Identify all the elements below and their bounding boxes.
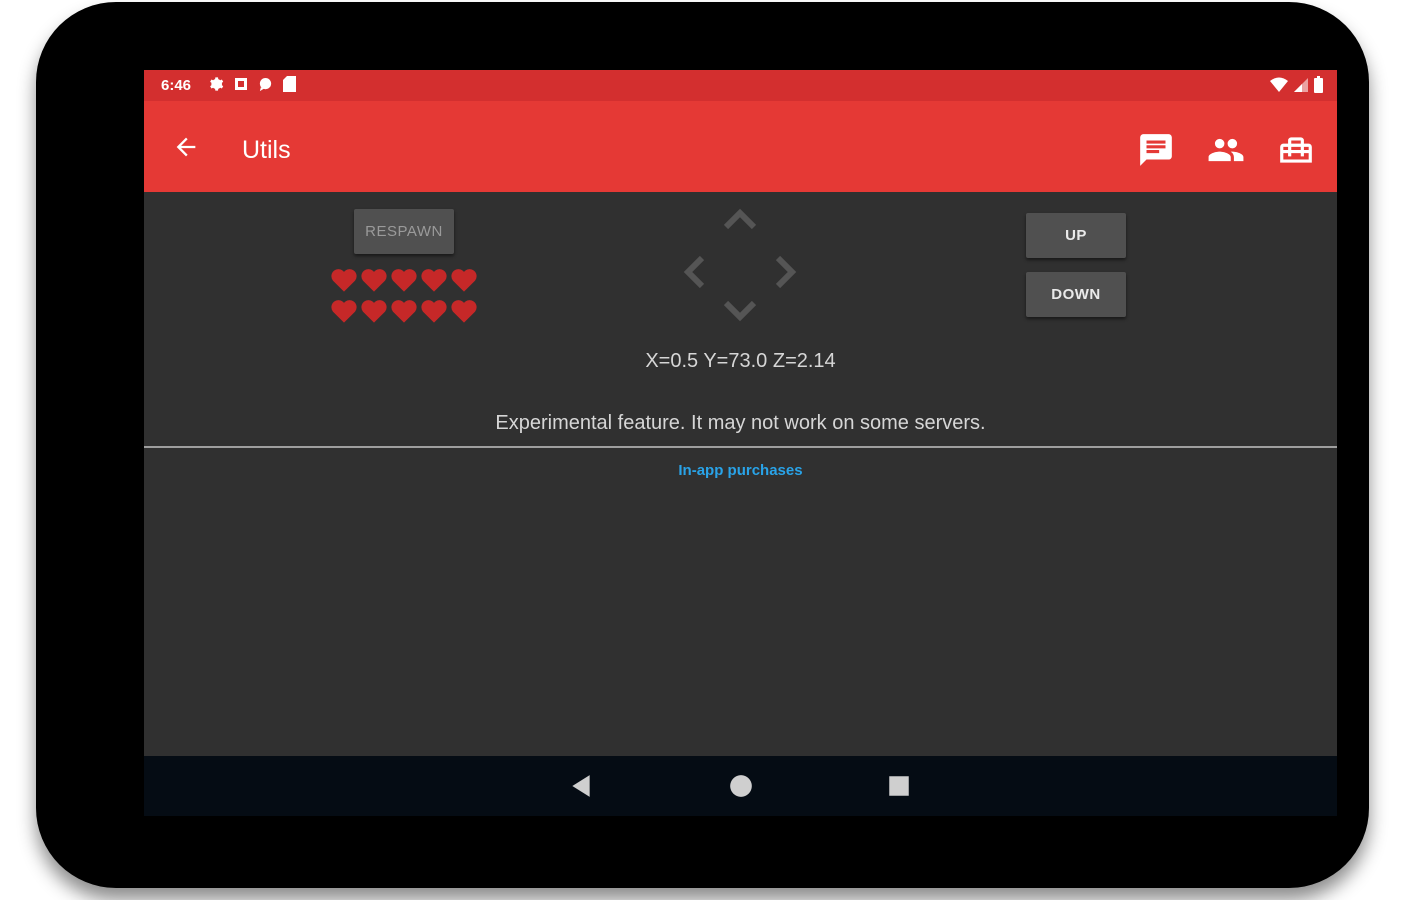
wifi-icon — [1270, 77, 1288, 92]
sd-card-icon — [283, 76, 296, 92]
heart-icon — [391, 300, 417, 323]
health-hearts — [330, 267, 480, 329]
up-button[interactable]: UP — [1026, 213, 1126, 258]
movement-dpad — [674, 199, 806, 331]
stop-icon — [235, 78, 247, 90]
status-bar: 6:46 — [144, 70, 1337, 101]
chat-icon[interactable] — [1137, 131, 1175, 169]
chat-bubble-icon — [259, 77, 272, 91]
heart-icon — [421, 300, 447, 323]
heart-icon — [361, 300, 387, 323]
chevron-left-icon[interactable] — [674, 252, 714, 292]
divider — [144, 446, 1337, 448]
in-app-purchases-link[interactable]: In-app purchases — [144, 462, 1337, 479]
nav-home-icon[interactable] — [728, 773, 754, 799]
utils-content: RESPAWN UP DOWN X=0.5 Y=73.0 Z=2.14 Expe… — [144, 192, 1337, 749]
device-screen: 6:46 Utils RESPAWN UP DOWN X=0.5 Y=73.0 … — [144, 70, 1337, 816]
status-icons-right — [1270, 76, 1323, 93]
page-title: Utils — [242, 136, 291, 164]
nav-back-icon[interactable] — [568, 773, 594, 799]
heart-icon — [451, 269, 477, 292]
heart-icon — [421, 269, 447, 292]
status-icons-left — [208, 76, 296, 92]
app-bar: Utils — [144, 101, 1337, 192]
tablet-frame: 6:46 Utils RESPAWN UP DOWN X=0.5 Y=73.0 … — [36, 2, 1369, 888]
experimental-note: Experimental feature. It may not work on… — [495, 412, 986, 434]
people-icon[interactable] — [1207, 131, 1245, 169]
respawn-button[interactable]: RESPAWN — [354, 209, 454, 254]
heart-icon — [451, 300, 477, 323]
chevron-right-icon[interactable] — [766, 252, 806, 292]
cellular-signal-icon — [1294, 77, 1308, 92]
heart-icon — [331, 300, 357, 323]
arrow-back-icon[interactable] — [172, 133, 200, 161]
chevron-down-icon[interactable] — [720, 291, 760, 331]
position-readout: X=0.5 Y=73.0 Z=2.14 — [645, 350, 836, 372]
heart-icon — [331, 269, 357, 292]
system-nav-bar — [144, 756, 1337, 816]
toolbox-icon[interactable] — [1277, 131, 1315, 169]
heart-icon — [391, 269, 417, 292]
chevron-up-icon[interactable] — [720, 199, 760, 239]
app-bar-actions — [1137, 131, 1315, 169]
battery-icon — [1314, 76, 1323, 93]
down-button[interactable]: DOWN — [1026, 272, 1126, 317]
status-time: 6:46 — [161, 77, 192, 94]
nav-recents-icon[interactable] — [886, 773, 912, 799]
heart-icon — [361, 269, 387, 292]
settings-icon — [210, 77, 224, 91]
